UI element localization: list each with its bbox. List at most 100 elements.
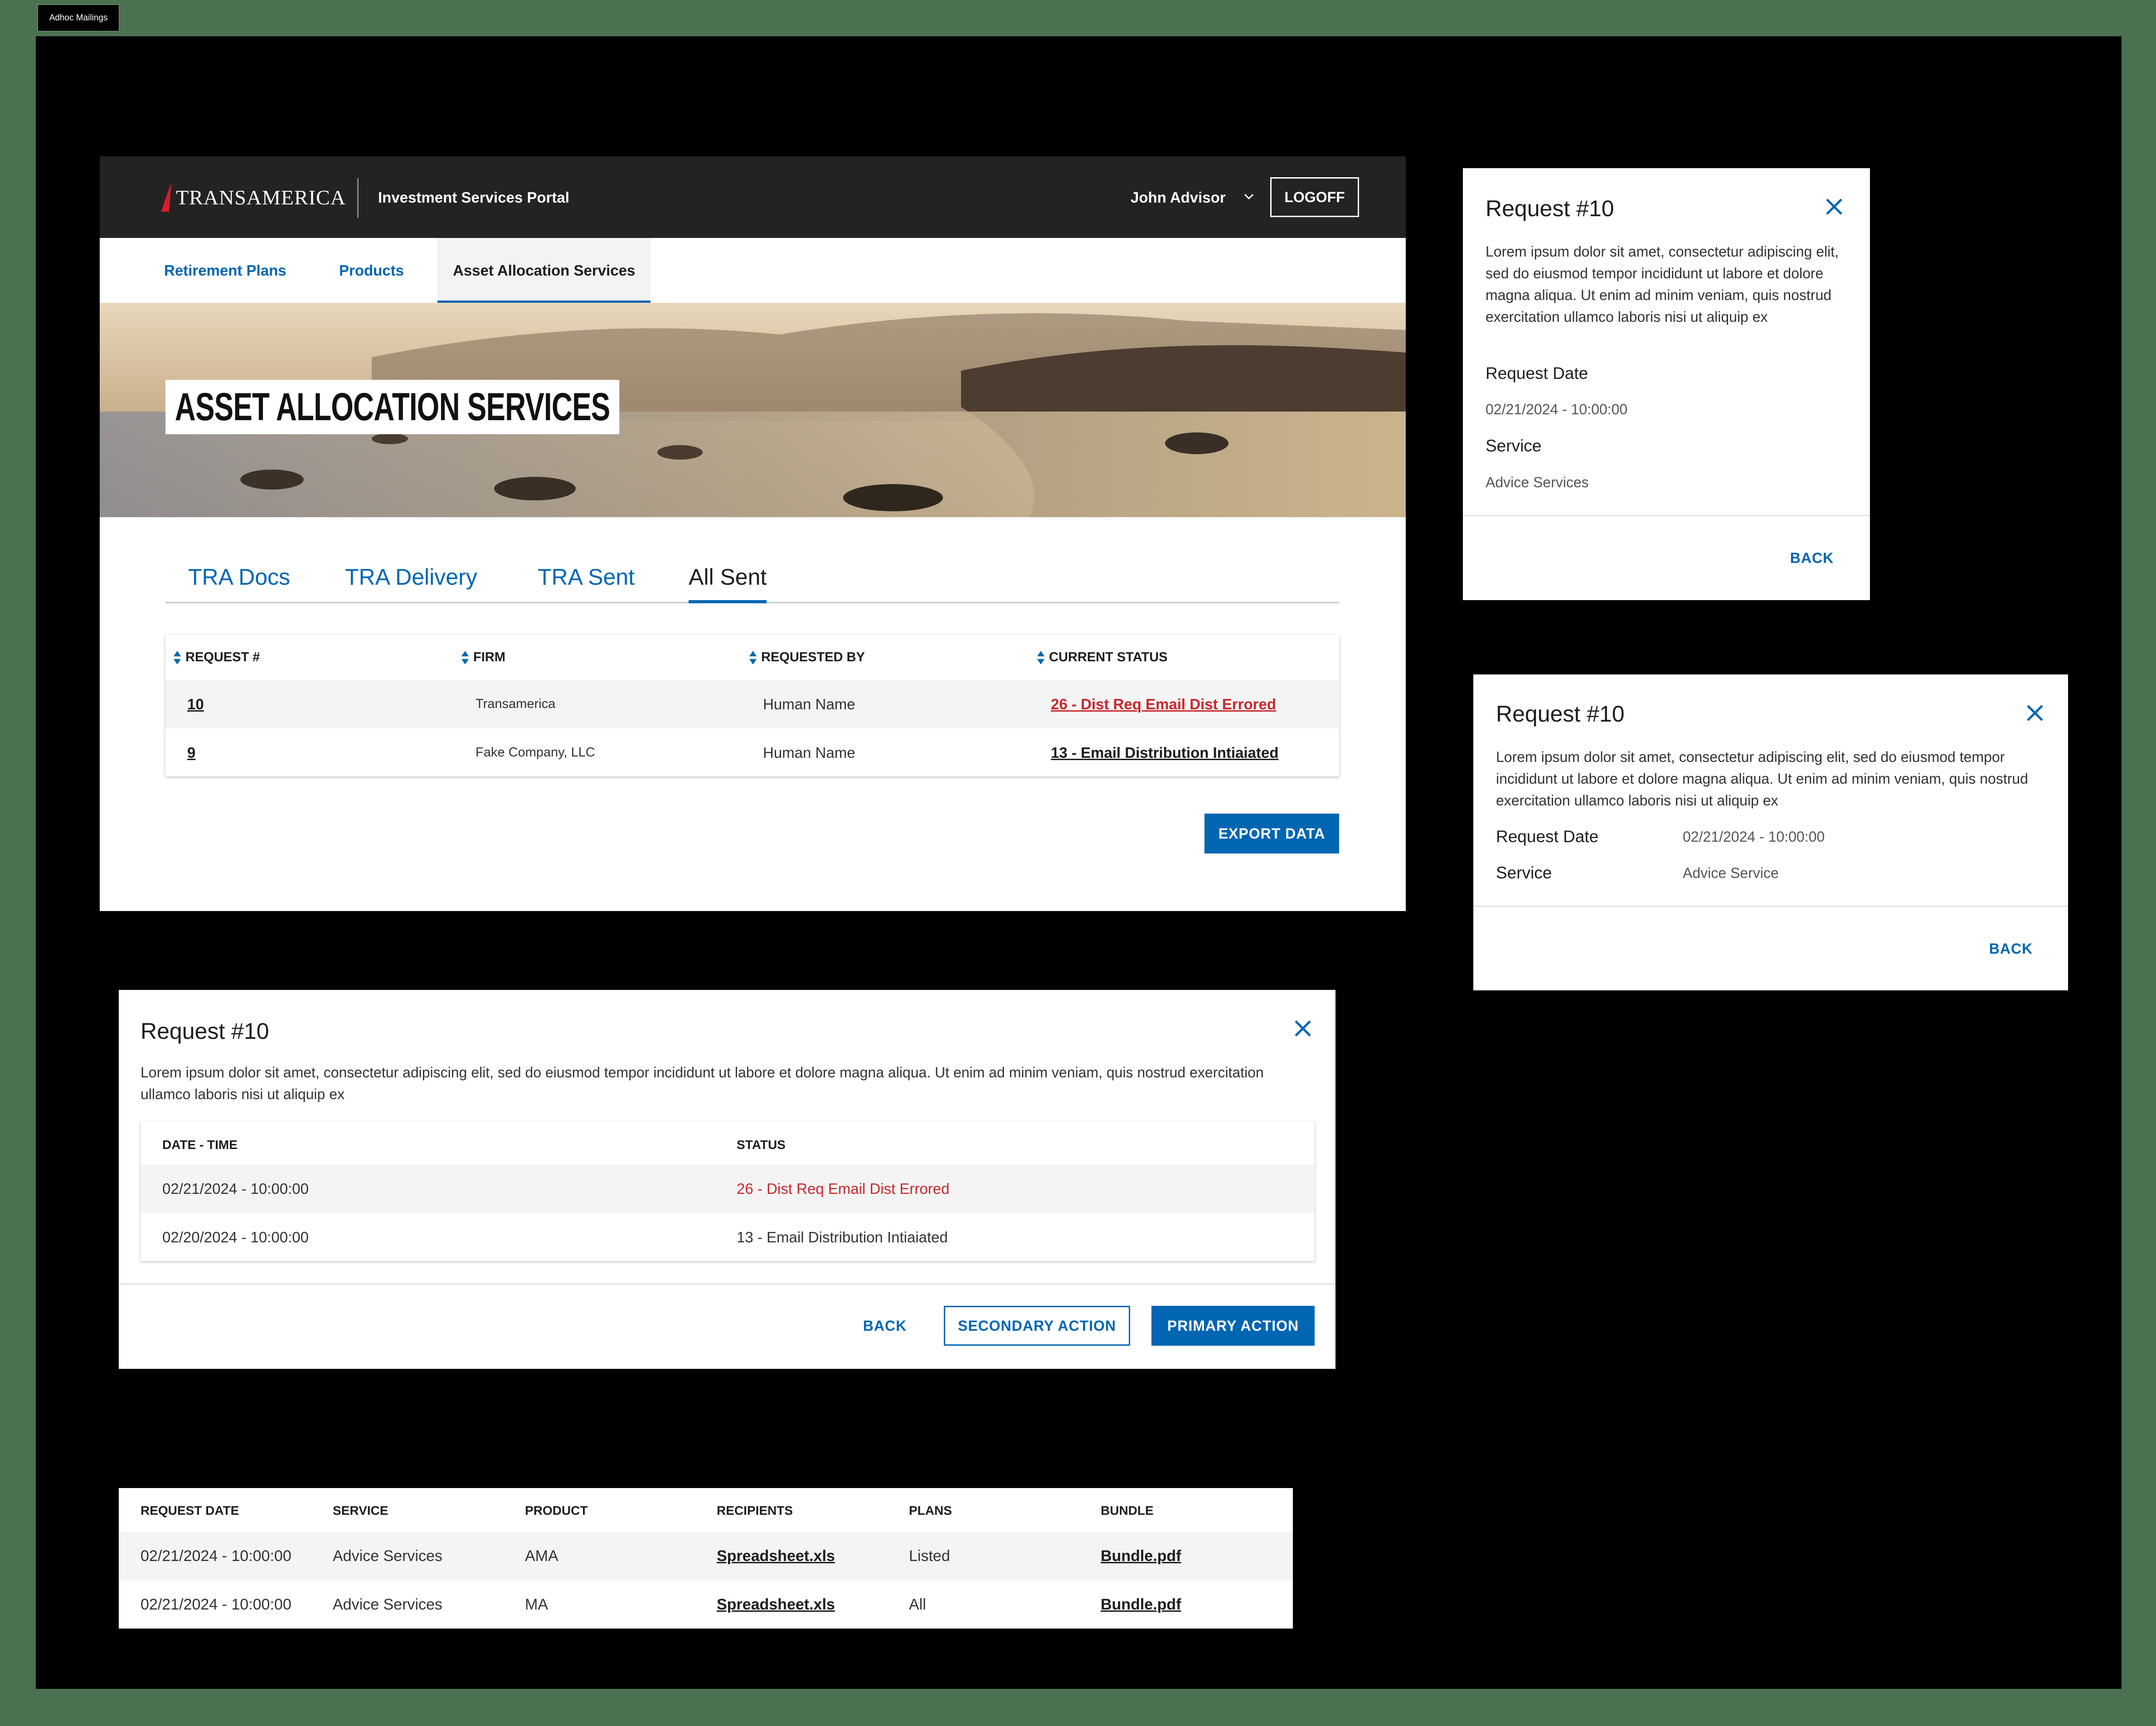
col-requested-by[interactable]: REQUESTED BY: [748, 635, 865, 680]
secondary-action-button[interactable]: SECONDARY ACTION: [944, 1306, 1130, 1346]
table-row: 02/21/2024 - 10:00:00 Advice Services AM…: [119, 1532, 1293, 1581]
status-cell: 26 - Dist Req Email Dist Errored: [737, 1180, 950, 1197]
status-cell: 13 - Email Distribution Intiaiated: [737, 1229, 948, 1246]
request-details-table: REQUEST DATE SERVICE PRODUCT RECIPIENTS …: [119, 1488, 1293, 1629]
service-cell: Advice Services: [333, 1596, 442, 1613]
header-label: FIRM: [473, 650, 505, 664]
plans-cell: All: [909, 1596, 926, 1613]
datetime-cell: 02/20/2024 - 10:00:00: [162, 1229, 309, 1246]
request-date-label: Request Date: [1496, 827, 1599, 846]
product-cell: AMA: [525, 1547, 558, 1565]
modal-title: Request #10: [1486, 196, 1614, 221]
modal-divider: [1473, 906, 2068, 907]
request-modal-wide: Request #10 Lorem ipsum dolor sit amet, …: [1473, 674, 2068, 990]
close-icon[interactable]: [2025, 703, 2045, 723]
back-button[interactable]: BACK: [1984, 934, 2038, 963]
recipients-link[interactable]: Spreadsheet.xls: [717, 1547, 835, 1565]
sort-icon[interactable]: [1036, 650, 1045, 665]
nav-asset-allocation-services[interactable]: Asset Allocation Services: [437, 238, 651, 303]
requested-by-cell: Human Name: [763, 744, 855, 761]
col-service: SERVICE: [333, 1503, 388, 1518]
table-row: 02/21/2024 - 10:00:00 26 - Dist Req Emai…: [141, 1164, 1315, 1213]
header-label: REQUESTED BY: [761, 650, 865, 664]
col-bundle: BUNDLE: [1101, 1503, 1154, 1518]
main-screen: TRANSAMERICA Investment Services Portal …: [100, 156, 1406, 911]
request-id-link[interactable]: 10: [187, 696, 204, 713]
header-label: REQUEST #: [185, 650, 260, 664]
col-plans: PLANS: [909, 1503, 952, 1518]
col-firm[interactable]: FIRM: [461, 635, 505, 680]
sort-icon[interactable]: [173, 650, 182, 665]
nav-products[interactable]: Products: [339, 238, 404, 303]
modal-description: Lorem ipsum dolor sit amet, consectetur …: [1486, 243, 1839, 325]
back-button[interactable]: BACK: [1785, 543, 1839, 572]
sort-icon[interactable]: [461, 650, 470, 665]
close-icon[interactable]: [1293, 1018, 1313, 1038]
table-row: 02/21/2024 - 10:00:00 Advice Services MA…: [119, 1581, 1293, 1629]
col-current-status[interactable]: CURRENT STATUS: [1036, 635, 1168, 680]
tab-tra-docs[interactable]: TRA Docs: [188, 554, 290, 603]
bundle-link[interactable]: Bundle.pdf: [1101, 1547, 1181, 1565]
datetime-cell: 02/21/2024 - 10:00:00: [162, 1180, 309, 1197]
flame-icon: [161, 183, 175, 212]
header-divider: [357, 178, 359, 218]
request-date-label: Request Date: [1486, 364, 1588, 383]
chevron-down-icon[interactable]: [1242, 190, 1256, 204]
tab-tra-delivery[interactable]: TRA Delivery: [345, 554, 477, 603]
hero-banner: ASSET ALLOCATION SERVICES: [100, 303, 1406, 517]
col-recipients: RECIPIENTS: [717, 1503, 793, 1518]
recipients-link[interactable]: Spreadsheet.xls: [717, 1596, 835, 1613]
col-date-time: DATE - TIME: [162, 1138, 238, 1152]
brand-logo[interactable]: TRANSAMERICA: [161, 177, 346, 218]
tab-all-sent[interactable]: All Sent: [689, 554, 767, 603]
requests-table: REQUEST # FIRM REQUESTED BY CURRENT STAT…: [165, 635, 1339, 776]
close-icon[interactable]: [1824, 197, 1844, 217]
bundle-link[interactable]: Bundle.pdf: [1101, 1596, 1181, 1613]
user-menu-name[interactable]: John Advisor: [1131, 186, 1226, 209]
portal-title: Investment Services Portal: [378, 189, 569, 206]
modal-title: Request #10: [141, 1018, 269, 1044]
table-row: 9 Fake Company, LLC Human Name 13 - Emai…: [165, 728, 1339, 777]
modal-description: Lorem ipsum dolor sit amet, consectetur …: [1496, 749, 2028, 809]
service-label: Service: [1496, 863, 1552, 882]
status-link[interactable]: 13 - Email Distribution Intiaiated: [1051, 744, 1278, 761]
table-row: 02/20/2024 - 10:00:00 13 - Email Distrib…: [141, 1213, 1315, 1261]
product-cell: MA: [525, 1596, 548, 1613]
status-history-table: DATE - TIME STATUS 02/21/2024 - 10:00:00…: [141, 1121, 1315, 1261]
tab-bar: TRA Docs TRA Delivery TRA Sent All Sent: [165, 554, 1339, 603]
brand-wordmark: TRANSAMERICA: [176, 185, 346, 209]
table-row: 10 Transamerica Human Name 26 - Dist Req…: [165, 680, 1339, 728]
request-date-value: 02/21/2024 - 10:00:00: [1486, 401, 1628, 417]
service-label: Service: [1486, 436, 1542, 455]
sub-navigation: Retirement Plans Products Asset Allocati…: [100, 238, 1406, 303]
request-id-link[interactable]: 9: [187, 744, 195, 761]
plans-cell: Listed: [909, 1547, 950, 1565]
primary-action-button[interactable]: PRIMARY ACTION: [1151, 1306, 1315, 1346]
page-title: ASSET ALLOCATION SERVICES: [165, 380, 620, 434]
col-request-number[interactable]: REQUEST #: [173, 635, 260, 680]
service-cell: Advice Services: [333, 1547, 442, 1565]
firm-cell: Transamerica: [476, 697, 556, 711]
col-request-date: REQUEST DATE: [141, 1503, 239, 1518]
requested-by-cell: Human Name: [763, 696, 855, 713]
request-date-value: 02/21/2024 - 10:00:00: [1683, 829, 1825, 845]
date-cell: 02/21/2024 - 10:00:00: [141, 1547, 291, 1565]
nav-retirement-plans[interactable]: Retirement Plans: [164, 238, 286, 303]
service-value: Advice Services: [1486, 474, 1589, 490]
status-link[interactable]: 26 - Dist Req Email Dist Errored: [1051, 696, 1276, 713]
modal-description: Lorem ipsum dolor sit amet, consectetur …: [141, 1064, 1264, 1102]
frame-label: Adhoc Mailings: [37, 4, 120, 32]
modal-divider: [119, 1283, 1335, 1285]
tab-tra-sent[interactable]: TRA Sent: [538, 554, 635, 603]
logoff-button[interactable]: LOGOFF: [1270, 177, 1359, 217]
sort-icon[interactable]: [748, 650, 758, 665]
top-header: TRANSAMERICA Investment Services Portal …: [100, 156, 1406, 238]
col-status: STATUS: [737, 1138, 786, 1152]
modal-divider: [1463, 515, 1870, 516]
modal-title: Request #10: [1496, 701, 1625, 727]
request-history-modal: Request #10 Lorem ipsum dolor sit amet, …: [119, 990, 1335, 1369]
firm-cell: Fake Company, LLC: [476, 745, 595, 760]
date-cell: 02/21/2024 - 10:00:00: [141, 1596, 291, 1613]
back-button[interactable]: BACK: [853, 1306, 917, 1346]
export-data-button[interactable]: EXPORT DATA: [1204, 814, 1339, 853]
